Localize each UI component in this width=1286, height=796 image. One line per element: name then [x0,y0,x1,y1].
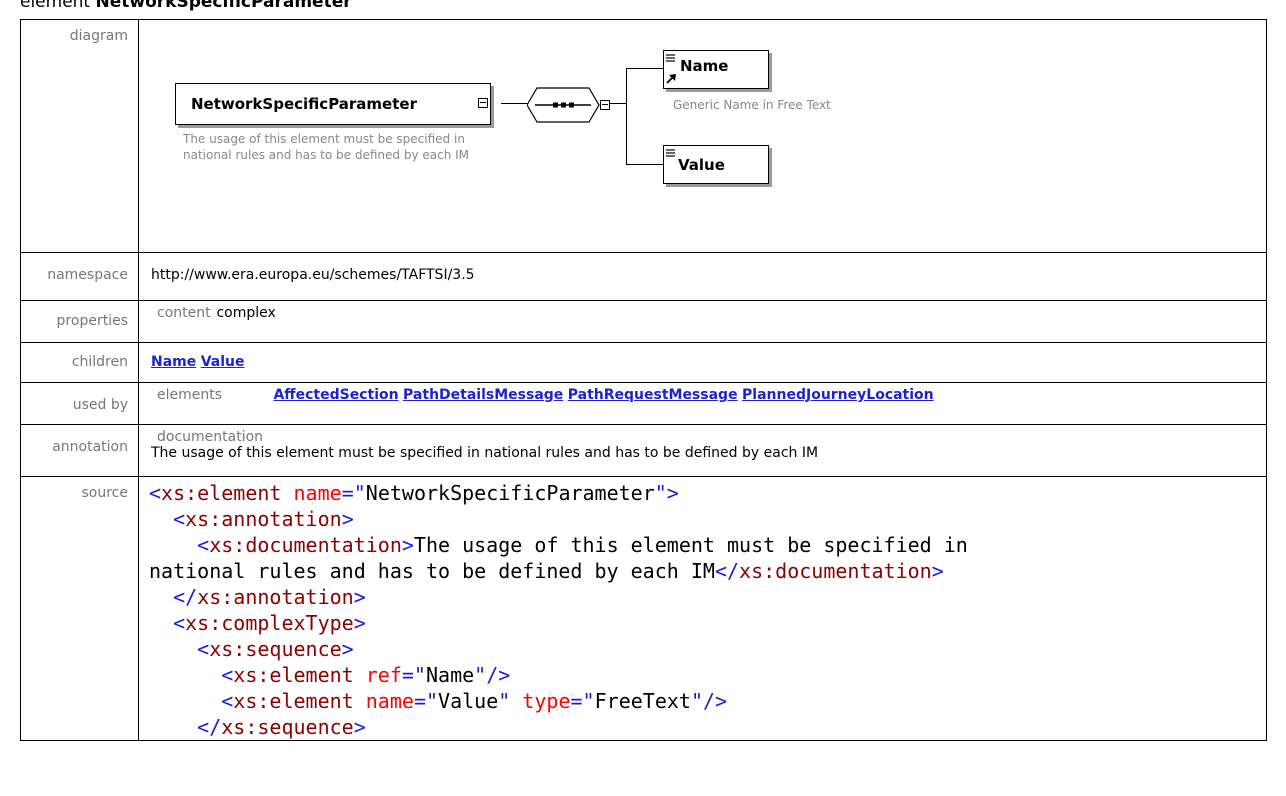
properties-value: complex [216,305,276,321]
page-title-name: NetworkSpecificParameter [95,0,352,12]
diagram-child-value-label: Value [678,156,725,174]
properties-cell: content complex [138,300,1267,343]
child-link-name[interactable]: Name [151,354,196,370]
used-by-row: used by elements AffectedSection PathDet… [20,382,1267,425]
namespace-cell: http://www.era.europa.eu/schemes/TAFTSI/… [138,252,1267,301]
diagram-main-note: The usage of this element must be specif… [183,132,470,162]
element-properties-table: diagram NetworkSpecificParameter The usa… [20,19,1267,741]
namespace-value: http://www.era.europa.eu/schemes/TAFTSI/… [151,267,475,283]
annotation-cell: documentation The usage of this element … [138,424,1267,477]
reference-arrow-icon [666,74,676,84]
annotation-key: documentation [157,429,264,445]
diagram-row: diagram NetworkSpecificParameter The usa… [20,19,1267,253]
children-label: children [20,342,139,383]
used-by-key: elements [157,387,223,403]
annotation-label: annotation [20,424,139,477]
namespace-label: namespace [20,252,139,301]
used-by-link-plannedjourneylocation[interactable]: PlannedJourneyLocation [742,387,934,403]
diagram-child-value[interactable]: Value [663,145,769,184]
source-cell: <xs:element name="NetworkSpecificParamet… [138,476,1267,741]
annotation-content: documentation The usage of this element … [139,425,1266,463]
diagram-main-element-label: NetworkSpecificParameter [191,95,417,113]
source-row: source <xs:element name="NetworkSpecific… [20,476,1267,741]
source-doc-line2: national rules and has to be defined by … [149,559,715,583]
diagram-main-element[interactable]: NetworkSpecificParameter [175,83,491,125]
source-code: <xs:element name="NetworkSpecificParamet… [149,481,968,739]
diagram-child-name[interactable]: Name [663,50,769,89]
diagram-branch-connector [610,103,626,104]
used-by-cell: elements AffectedSection PathDetailsMess… [138,382,1267,425]
used-by-link-pathdetailsmessage[interactable]: PathDetailsMessage [403,387,563,403]
source-label: source [20,476,139,741]
children-cell: Name Value [138,342,1267,383]
source-doc-line1: The usage of this element must be specif… [413,533,968,557]
source-value-name: Value [438,689,499,713]
source-value-type: FreeText [594,689,691,713]
annotation-text: The usage of this element must be specif… [151,445,819,461]
used-by-link-pathrequestmessage[interactable]: PathRequestMessage [568,387,738,403]
used-by-link-affectedsection[interactable]: AffectedSection [273,387,398,403]
source-ref-value: Name [425,663,475,687]
page-title-prefix: element [20,0,96,12]
annotation-row: annotation documentation The usage of th… [20,424,1267,477]
used-by-label: used by [20,382,139,425]
diagram-branch-name [626,68,663,69]
sequence-collapse-icon[interactable] [600,100,610,110]
used-by-content: elements AffectedSection PathDetailsMess… [139,383,1266,403]
diagram-child-name-label: Name [680,57,729,75]
properties-label: properties [20,300,139,343]
diagram-connector [501,103,528,104]
collapse-icon[interactable] [478,98,488,108]
diagram-label: diagram [20,19,139,253]
children-row: children Name Value [20,342,1267,383]
diagram-cell: NetworkSpecificParameter The usage of th… [138,19,1267,253]
page-title: element NetworkSpecificParameter [20,0,352,12]
schema-diagram: NetworkSpecificParameter The usage of th… [139,20,1266,252]
properties-key: content [157,305,211,321]
diagram-branch-value [626,164,663,165]
properties-row: properties content complex [20,300,1267,343]
diagram-child-name-note: Generic Name in Free Text [673,98,831,112]
element-text-icon [666,54,675,62]
diagram-branch-vertical [626,68,627,164]
namespace-row: namespace http://www.era.europa.eu/schem… [20,252,1267,301]
child-link-value[interactable]: Value [201,354,245,370]
properties-content: content complex [139,301,1266,321]
sequence-compositor-icon [527,87,600,123]
element-text-icon [666,149,675,157]
children-links: Name Value [139,343,1266,378]
source-element-name: NetworkSpecificParameter [365,481,655,505]
